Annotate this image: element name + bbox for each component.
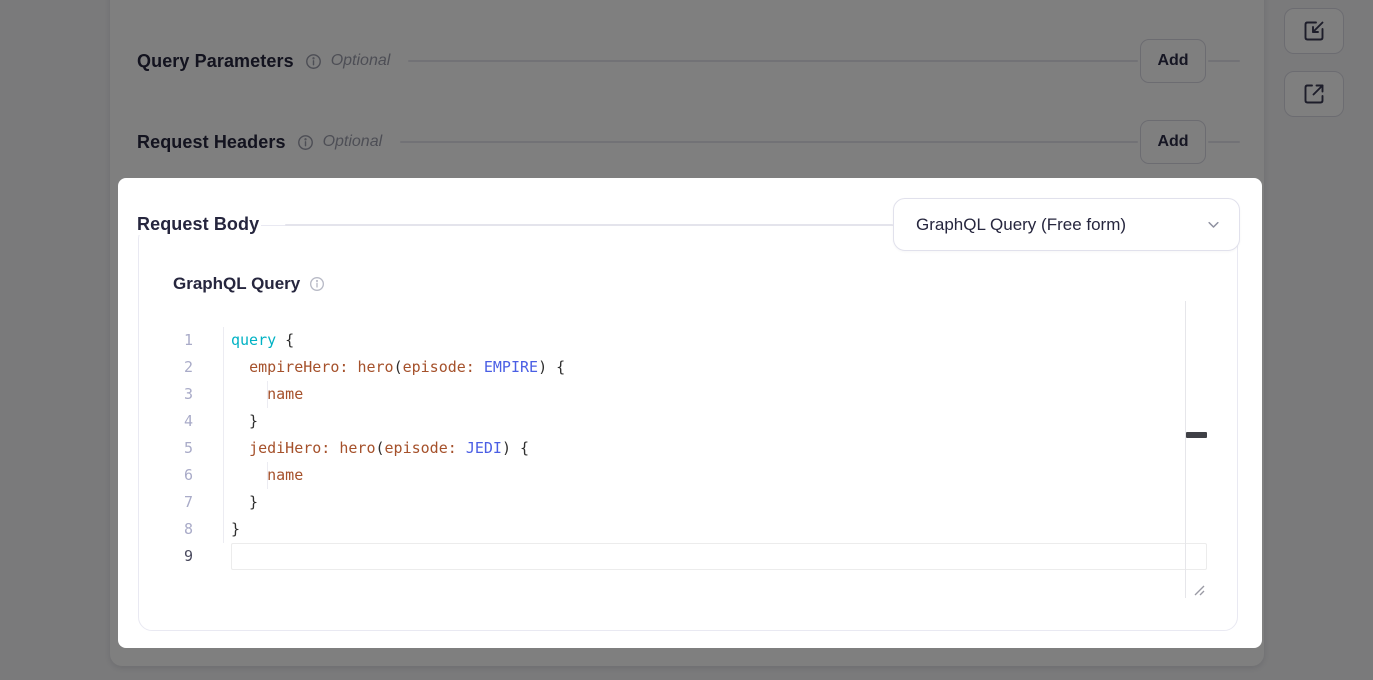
divider-line xyxy=(1208,141,1240,143)
code-line[interactable]: name xyxy=(231,462,1207,489)
line-number: 8 xyxy=(165,516,193,543)
indent-guide xyxy=(223,327,224,543)
scrollbar-thumb[interactable] xyxy=(1186,432,1207,438)
info-icon[interactable] xyxy=(309,276,325,292)
chevron-down-icon xyxy=(1206,217,1221,232)
line-number: 9 xyxy=(165,543,193,570)
code-line[interactable] xyxy=(231,543,1207,570)
line-number: 2 xyxy=(165,354,193,381)
request-headers-title: Request Headers xyxy=(137,132,288,153)
line-number: 4 xyxy=(165,408,193,435)
code-token xyxy=(457,439,466,457)
code-token: jediHero: xyxy=(249,439,330,457)
code-token: { xyxy=(276,331,294,349)
graphql-query-label-row: GraphQL Query xyxy=(173,271,325,297)
divider-line xyxy=(1208,60,1240,62)
code-token: empireHero: xyxy=(249,358,348,376)
code-token: ) { xyxy=(502,439,529,457)
editor-gutter: 123456789 xyxy=(165,327,193,570)
code-token: } xyxy=(231,520,240,538)
query-parameters-title: Query Parameters xyxy=(137,51,296,72)
body-type-select[interactable]: GraphQL Query (Free form) xyxy=(893,198,1240,251)
graphql-query-label: GraphQL Query xyxy=(173,274,300,294)
code-token: hero xyxy=(357,358,393,376)
code-line[interactable]: } xyxy=(231,408,1207,435)
line-number: 5 xyxy=(165,435,193,462)
external-link-icon xyxy=(1302,82,1326,106)
scrollbar-track xyxy=(1185,301,1186,598)
code-token: EMPIRE xyxy=(484,358,538,376)
code-token: } xyxy=(231,493,258,511)
editor-code: query { empireHero: hero(episode: EMPIRE… xyxy=(231,327,1207,570)
line-number: 3 xyxy=(165,381,193,408)
code-token: hero xyxy=(339,439,375,457)
code-token: query xyxy=(231,331,276,349)
optional-label: Optional xyxy=(331,52,391,70)
graphql-code-editor[interactable]: 123456789 query { empireHero: hero(episo… xyxy=(165,301,1207,598)
line-number: 1 xyxy=(165,327,193,354)
code-token: name xyxy=(267,466,303,484)
code-token xyxy=(231,358,249,376)
code-token xyxy=(231,466,267,484)
code-line[interactable]: empireHero: hero(episode: EMPIRE) { xyxy=(231,354,1207,381)
code-line[interactable]: } xyxy=(231,489,1207,516)
request-body-title: Request Body xyxy=(137,214,261,235)
line-number: 6 xyxy=(165,462,193,489)
code-token: episode: xyxy=(385,439,457,457)
page: Query Parameters Optional Add Request He… xyxy=(0,0,1373,680)
code-token: episode: xyxy=(403,358,475,376)
resize-grip-icon[interactable] xyxy=(1191,582,1207,598)
graphql-query-card: GraphQL Query 123456789 query { empireHe… xyxy=(138,225,1238,631)
code-token: ( xyxy=(394,358,403,376)
line-number: 7 xyxy=(165,489,193,516)
query-parameters-section: Query Parameters Optional Add xyxy=(137,37,1240,85)
add-query-parameter-button[interactable]: Add xyxy=(1140,39,1206,83)
external-link-button[interactable] xyxy=(1284,71,1344,117)
code-token xyxy=(475,358,484,376)
code-token: name xyxy=(267,385,303,403)
request-body-section-header: Request Body GraphQL Query (Free form) xyxy=(137,198,1240,251)
info-icon[interactable] xyxy=(305,53,322,70)
edit-in-box-button[interactable] xyxy=(1284,8,1344,54)
optional-label: Optional xyxy=(323,133,383,151)
add-request-header-button[interactable]: Add xyxy=(1140,120,1206,164)
code-token: ( xyxy=(376,439,385,457)
divider-line xyxy=(408,60,1138,62)
code-line[interactable]: } xyxy=(231,516,1207,543)
code-line[interactable]: jediHero: hero(episode: JEDI) { xyxy=(231,435,1207,462)
edit-in-box-icon xyxy=(1302,19,1326,43)
code-token: JEDI xyxy=(466,439,502,457)
body-type-select-value: GraphQL Query (Free form) xyxy=(916,215,1206,235)
code-line[interactable]: query { xyxy=(231,327,1207,354)
divider-line xyxy=(400,141,1138,143)
divider-line xyxy=(285,224,893,226)
code-token xyxy=(231,439,249,457)
info-icon[interactable] xyxy=(297,134,314,151)
code-token: } xyxy=(231,412,258,430)
request-headers-section: Request Headers Optional Add xyxy=(137,118,1240,166)
code-line[interactable]: name xyxy=(231,381,1207,408)
code-token: ) { xyxy=(538,358,565,376)
code-token xyxy=(231,385,267,403)
